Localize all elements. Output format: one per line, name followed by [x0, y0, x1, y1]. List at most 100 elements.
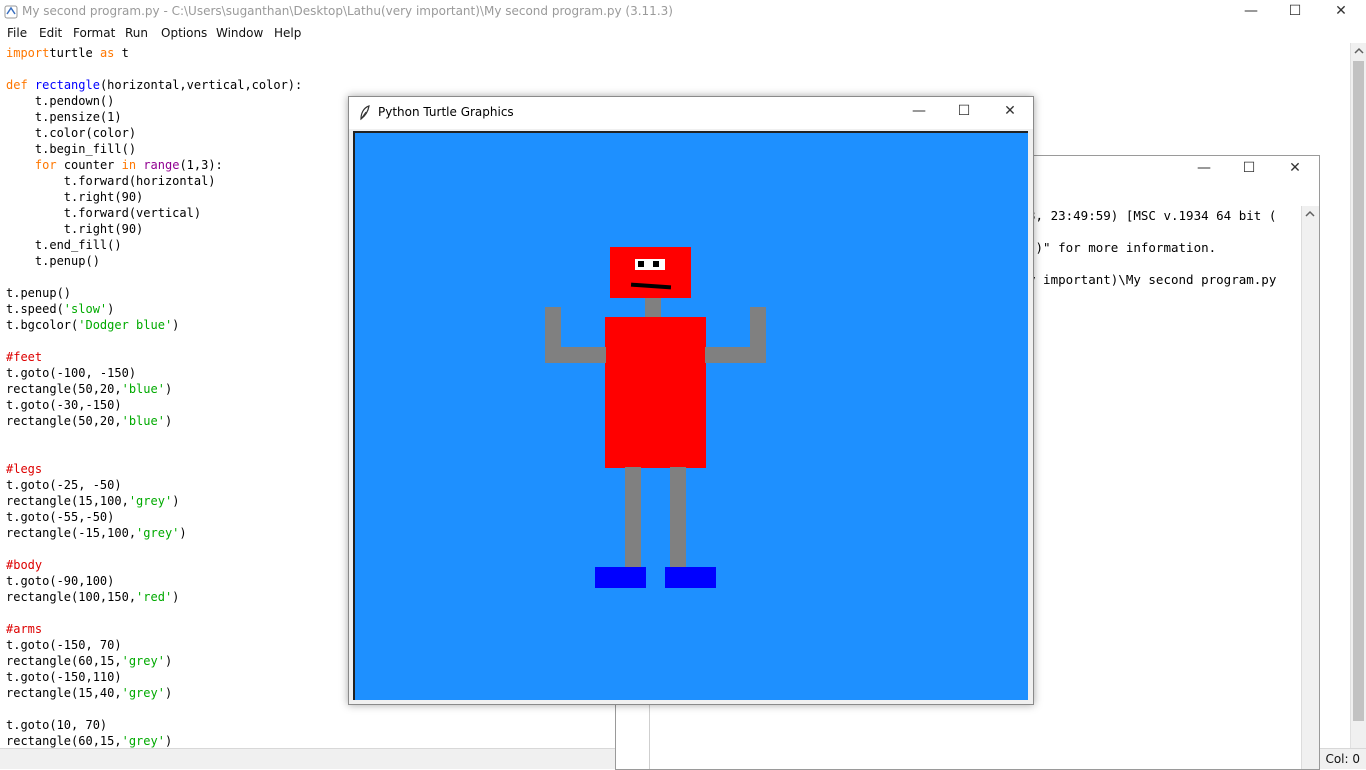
code-line[interactable]: importturtle as t: [6, 45, 129, 61]
code-token: t.goto(-90,100): [6, 574, 115, 588]
code-token: t.right(90): [6, 222, 144, 236]
robot-right-leg: [670, 467, 686, 568]
editor-minimize-button[interactable]: —: [1228, 0, 1274, 24]
code-token: ): [172, 590, 180, 604]
code-line[interactable]: rectangle(15,40,'grey'): [6, 685, 172, 701]
code-token: 'blue': [121, 382, 165, 396]
code-line[interactable]: t.goto(-150, 70): [6, 637, 122, 653]
robot-body: [605, 317, 706, 468]
menu-edit[interactable]: Edit: [39, 26, 62, 40]
shell-minimize-button[interactable]: —: [1181, 157, 1227, 181]
menu-help[interactable]: Help: [274, 26, 301, 40]
code-line[interactable]: t.speed('slow'): [6, 301, 114, 317]
code-line[interactable]: t.goto(10, 70): [6, 717, 107, 733]
code-line[interactable]: t.pendown(): [6, 93, 114, 109]
code-token: t.goto(-100, -150): [6, 366, 137, 380]
code-line[interactable]: rectangle(15,100,'grey'): [6, 493, 179, 509]
shell-maximize-button[interactable]: ☐: [1226, 157, 1272, 181]
code-token: t.goto(10, 70): [6, 718, 108, 732]
turtle-maximize-button[interactable]: ☐: [941, 100, 987, 124]
turtle-graphics-window[interactable]: Python Turtle Graphics — ☐ ✕: [348, 96, 1034, 705]
code-line[interactable]: t.right(90): [6, 221, 143, 237]
code-token: as: [99, 46, 115, 60]
code-line[interactable]: t.goto(-55,-50): [6, 509, 114, 525]
code-line[interactable]: t.bgcolor('Dodger blue'): [6, 317, 179, 333]
editor-scroll-thumb[interactable]: [1353, 61, 1364, 721]
code-line[interactable]: t.goto(-100, -150): [6, 365, 136, 381]
turtle-canvas[interactable]: [353, 131, 1028, 700]
editor-maximize-button[interactable]: ☐: [1272, 0, 1318, 24]
code-token: import: [6, 46, 50, 60]
code-line[interactable]: t.penup(): [6, 253, 100, 269]
code-line[interactable]: #body: [6, 557, 42, 573]
code-token: 'grey': [128, 494, 173, 508]
turtle-close-button[interactable]: ✕: [987, 100, 1033, 124]
menu-run[interactable]: Run: [125, 26, 148, 40]
code-token: turtle: [49, 46, 100, 60]
code-line[interactable]: t.begin_fill(): [6, 141, 136, 157]
code-token: t.bgcolor(: [6, 318, 79, 332]
menu-window[interactable]: Window: [216, 26, 263, 40]
code-line[interactable]: #arms: [6, 621, 42, 637]
menu-file[interactable]: File: [7, 26, 27, 40]
editor-close-button[interactable]: ✕: [1318, 0, 1364, 24]
code-token: t.pensize(1): [6, 110, 122, 124]
code-line[interactable]: rectangle(60,15,'grey'): [6, 653, 172, 669]
code-token: t.goto(-150,110): [6, 670, 122, 684]
code-token: rectangle(15,100,: [6, 494, 129, 508]
code-line[interactable]: for counter in range(1,3):: [6, 157, 223, 173]
code-token: t.forward(horizontal): [6, 174, 216, 188]
code-token: #body: [6, 558, 43, 572]
code-line[interactable]: rectangle(-15,100,'grey'): [6, 525, 187, 541]
menu-options[interactable]: Options: [161, 26, 207, 40]
code-token: for: [34, 158, 57, 172]
shell-scroll-up-arrow-icon[interactable]: [1305, 210, 1315, 218]
code-token: #feet: [6, 350, 43, 364]
scroll-up-arrow-icon[interactable]: [1354, 47, 1364, 55]
code-line[interactable]: t.goto(-30,-150): [6, 397, 122, 413]
code-line[interactable]: rectangle(60,15,'grey'): [6, 733, 172, 749]
code-token: t.goto(-25, -50): [6, 478, 122, 492]
code-token: t.pendown(): [6, 94, 115, 108]
code-line[interactable]: def rectangle(horizontal,vertical,color)…: [6, 77, 302, 93]
code-token: ): [172, 318, 180, 332]
shell-output-line: y important)\My second program.py: [1028, 272, 1277, 287]
code-token: ): [164, 734, 173, 748]
code-token: ): [172, 494, 180, 508]
code-token: rectangle(60,15,: [6, 734, 122, 748]
code-line[interactable]: t.goto(-25, -50): [6, 477, 122, 493]
code-line[interactable]: t.right(90): [6, 189, 143, 205]
code-token: (horizontal,vertical,color):: [99, 78, 303, 92]
code-line[interactable]: t.forward(vertical): [6, 205, 201, 221]
code-token: t.penup(): [6, 286, 72, 300]
code-line[interactable]: t.goto(-90,100): [6, 573, 114, 589]
code-line[interactable]: t.forward(horizontal): [6, 173, 216, 189]
code-line[interactable]: rectangle(50,20,'blue'): [6, 381, 172, 397]
editor-vertical-scrollbar[interactable]: [1350, 43, 1366, 748]
shell-vertical-scrollbar[interactable]: [1301, 206, 1319, 769]
turtle-minimize-button[interactable]: —: [896, 100, 942, 124]
code-line[interactable]: t.pensize(1): [6, 109, 122, 125]
code-token: t.speed(: [6, 302, 64, 316]
code-token: ): [164, 414, 173, 428]
code-token: t: [114, 46, 129, 60]
code-token: t.right(90): [6, 190, 144, 204]
robot-left-foot: [595, 567, 646, 588]
code-line[interactable]: t.end_fill(): [6, 237, 122, 253]
code-token: def: [6, 78, 28, 92]
code-line[interactable]: t.penup(): [6, 285, 71, 301]
code-line[interactable]: rectangle(100,150,'red'): [6, 589, 179, 605]
code-line[interactable]: rectangle(50,20,'blue'): [6, 413, 172, 429]
code-line[interactable]: #feet: [6, 349, 42, 365]
code-token: rectangle(-15,100,: [6, 526, 137, 540]
menu-format[interactable]: Format: [73, 26, 115, 40]
code-token: rectangle(15,40,: [6, 686, 122, 700]
shell-close-button[interactable]: ✕: [1272, 157, 1318, 181]
code-line[interactable]: t.color(color): [6, 125, 136, 141]
code-line[interactable]: #legs: [6, 461, 42, 477]
code-token: t.goto(-150, 70): [6, 638, 122, 652]
turtle-window-title: Python Turtle Graphics: [378, 105, 514, 119]
turtle-titlebar: Python Turtle Graphics — ☐ ✕: [349, 97, 1033, 129]
code-line[interactable]: t.goto(-150,110): [6, 669, 122, 685]
